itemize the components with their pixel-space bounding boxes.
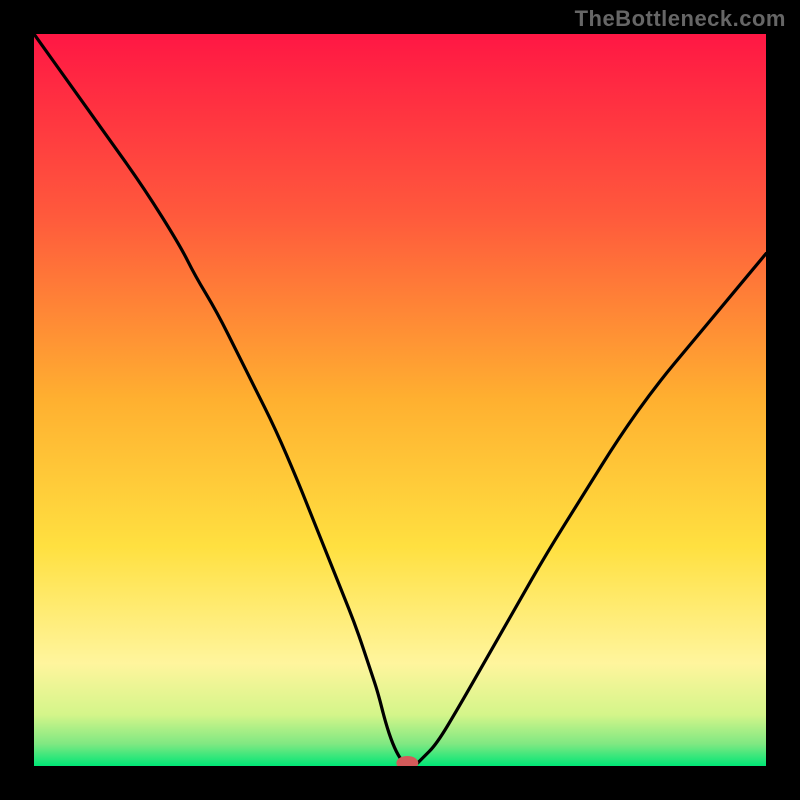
chart-background <box>34 34 766 766</box>
watermark-text: TheBottleneck.com <box>575 6 786 32</box>
chart-svg <box>34 34 766 766</box>
chart-frame: TheBottleneck.com <box>0 0 800 800</box>
plot-area <box>34 34 766 766</box>
